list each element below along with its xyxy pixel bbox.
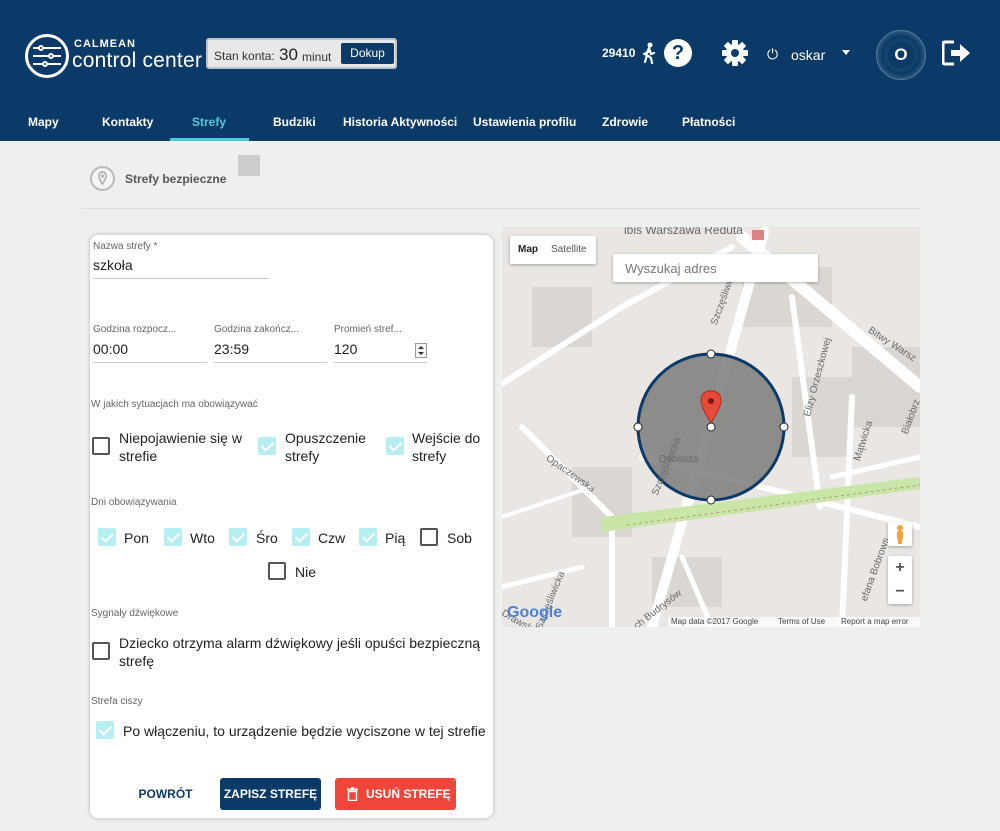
situation-label-0: Niepojawienie się w strefie [119, 430, 242, 464]
zone-form-card: Nazwa strefy * szkoła Godzina rozpocz...… [90, 235, 493, 818]
day-label-pia: Pią [385, 530, 406, 546]
step-count: 29410 [602, 46, 636, 60]
poi-label: ibis Warszawa Reduta [624, 227, 743, 237]
google-logo: Google [507, 604, 563, 621]
zone-name-label: Nazwa strefy * [93, 241, 158, 252]
gear-icon[interactable] [721, 39, 749, 67]
radius-field[interactable]: 120 [334, 341, 428, 363]
street-label: Dobosza [659, 454, 699, 465]
report-map-error-link[interactable]: Report a map error [841, 617, 909, 626]
end-time-field[interactable]: 23:59 [214, 341, 327, 363]
placeholder-square [238, 155, 260, 176]
sound-title: Sygnały dźwiękowe [91, 608, 179, 619]
zoom-out-button[interactable]: − [888, 580, 912, 604]
tab-zdrowie[interactable]: Zdrowie [602, 115, 648, 129]
day-checkbox-pia[interactable] [359, 528, 377, 546]
tab-mapy[interactable]: Mapy [28, 115, 59, 129]
divider [82, 208, 920, 209]
main-nav: Mapy Kontakty Strefy Budziki Historia Ak… [0, 106, 1000, 141]
trash-icon [347, 787, 358, 801]
situation-label-1: Opuszczenie strefy [285, 430, 366, 464]
account-balance: Stan konta: 30 minut Dokup [206, 38, 397, 69]
sound-checkbox[interactable] [92, 642, 110, 660]
situation-checkbox-2[interactable] [386, 437, 404, 455]
help-icon[interactable]: ? [664, 39, 692, 67]
day-checkbox-sob[interactable] [420, 528, 438, 546]
terms-of-use-link[interactable]: Terms of Use [778, 617, 825, 626]
day-checkbox-czw[interactable] [292, 528, 310, 546]
tab-platnosci[interactable]: Płatności [682, 115, 735, 129]
delete-zone-button[interactable]: USUŃ STREFĘ [335, 778, 456, 810]
silence-checkbox[interactable] [96, 721, 114, 739]
back-button[interactable]: POWRÓT [128, 779, 203, 809]
avatar[interactable]: O [876, 30, 926, 80]
zoom-control: + − [888, 556, 912, 604]
day-label-pon: Pon [124, 530, 149, 546]
section-title: Strefy bezpieczne [125, 172, 227, 186]
topup-button[interactable]: Dokup [341, 43, 394, 64]
day-checkbox-pon[interactable] [98, 528, 116, 546]
tab-kontakty[interactable]: Kontakty [102, 115, 153, 129]
address-search-input[interactable]: Wyszukaj adres [613, 254, 818, 282]
zoom-in-button[interactable]: + [888, 556, 912, 580]
silence-label: Po włączeniu, to urządzenie będzie wycis… [123, 723, 486, 739]
map-type-control: Map Satellite [510, 236, 596, 264]
day-label-sob: Sob [447, 530, 472, 546]
days-title: Dni obowiązywania [91, 497, 177, 508]
account-balance-label: Stan konta: [214, 49, 275, 63]
situation-checkbox-1[interactable] [258, 437, 276, 455]
day-label-wto: Wto [190, 530, 215, 546]
map-data-text: Map data ©2017 Google [671, 617, 759, 626]
map-type-satellite-button[interactable]: Satellite [551, 244, 587, 255]
walking-icon [642, 42, 656, 64]
day-checkbox-wto[interactable] [164, 528, 182, 546]
calmean-logo-icon [25, 34, 69, 78]
situation-label-2: Wejście do strefy [412, 430, 481, 464]
app-header: CALMEAN control center Stan konta: 30 mi… [0, 0, 1000, 106]
brand-name: control center [72, 49, 203, 72]
silence-title: Strefa ciszy [91, 696, 143, 707]
logout-icon[interactable] [942, 40, 972, 66]
tab-budziki[interactable]: Budziki [273, 115, 316, 129]
save-zone-button[interactable]: ZAPISZ STREFĘ [220, 778, 321, 810]
end-time-label: Godzina zakończ... [214, 324, 300, 335]
day-label-nie: Nie [295, 564, 317, 580]
street-view-pegman-icon[interactable] [888, 522, 912, 546]
map-type-map-button[interactable]: Map [518, 244, 538, 255]
zone-map[interactable]: ibis Warszawa Reduta Szczęśliwicka Bitwy… [502, 227, 920, 627]
radius-stepper-icon[interactable] [415, 343, 427, 358]
start-time-label: Godzina rozpocz... [93, 324, 177, 335]
chevron-down-icon[interactable] [842, 50, 850, 55]
radius-label: Promień stref... [334, 324, 402, 335]
day-label-czw: Czw [318, 530, 346, 546]
situations-title: W jakich sytuacjach ma obowiązywać [91, 399, 258, 410]
day-checkbox-sro[interactable] [229, 528, 247, 546]
day-label-sro: Śro [256, 530, 278, 546]
power-icon: ⏻ [767, 46, 779, 62]
tab-ustawienia-profilu[interactable]: Ustawienia profilu [473, 115, 576, 129]
tab-historia-aktywnosci[interactable]: Historia Aktywności [343, 115, 457, 129]
start-time-field[interactable]: 00:00 [93, 341, 207, 363]
active-tab-indicator [170, 138, 249, 141]
account-balance-value: 30 [279, 45, 298, 64]
user-name[interactable]: oskar [791, 47, 825, 63]
zone-name-field[interactable]: szkoła [93, 257, 269, 279]
delete-zone-label: USUŃ STREFĘ [366, 787, 451, 801]
map-canvas [502, 227, 920, 627]
situation-checkbox-0[interactable] [92, 437, 110, 455]
sound-label: Dziecko otrzyma alarm dźwiękowy jeśli op… [119, 635, 481, 669]
location-pin-icon [90, 166, 115, 191]
day-checkbox-nie[interactable] [268, 562, 286, 580]
map-attribution: Map data ©2017 Google Terms of Use Repor… [668, 617, 920, 627]
tab-strefy[interactable]: Strefy [192, 115, 226, 129]
account-balance-unit: minut [302, 50, 332, 64]
